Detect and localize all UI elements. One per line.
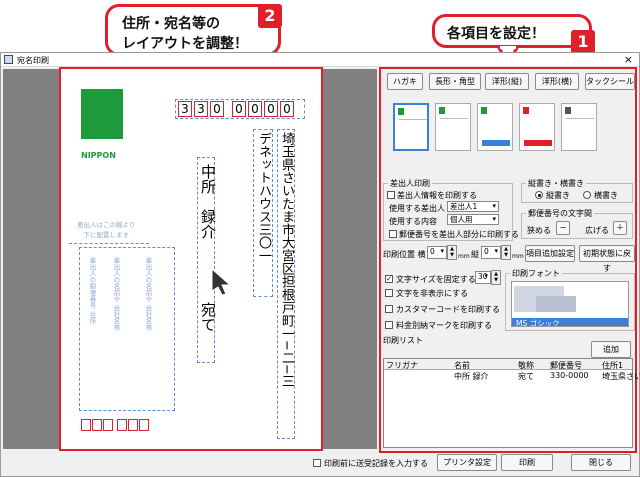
- row-zip: 330-0000: [550, 371, 589, 380]
- column-header[interactable]: 住所1: [602, 360, 623, 371]
- step-2-badge: 2: [258, 4, 282, 28]
- narrow-button[interactable]: −: [556, 221, 570, 235]
- preview-background-right: [321, 69, 377, 449]
- narrow-label: 狭める: [527, 226, 551, 235]
- content-select[interactable]: 個人用: [447, 214, 499, 225]
- print-list-table[interactable]: フリガナ 名前 敬称 郵便番号 住所1 中所 録介 宛て 330-0000 埼玉…: [383, 358, 640, 448]
- zip-in-sender-label: 郵便番号を差出人部分に印刷する: [399, 230, 519, 239]
- selected-font-label: MS ゴシック: [516, 319, 560, 327]
- title-bar: 宛名印刷 ×: [1, 53, 639, 67]
- layout-thumbnail[interactable]: [435, 103, 471, 151]
- vertical-label: 縦書き: [546, 191, 570, 200]
- writing-direction-title: 縦書き・横書き: [526, 178, 586, 189]
- layout-callout-line2: レイアウトを調整！: [122, 36, 248, 52]
- window-title: 宛名印刷: [17, 56, 49, 65]
- add-to-list-button[interactable]: 追加: [591, 341, 631, 358]
- y-unit: mm: [512, 253, 524, 260]
- font-size-input[interactable]: 30: [475, 271, 491, 284]
- font-size-stepper[interactable]: ▲ ▼: [491, 270, 501, 285]
- settings-callout: 各項目を設定！: [432, 14, 592, 48]
- sender-select[interactable]: 差出人1: [447, 201, 499, 212]
- print-position-y[interactable]: 0: [481, 246, 501, 259]
- postcard-button[interactable]: ハガキ: [387, 73, 423, 90]
- western-vertical-button[interactable]: 洋形(縦): [485, 73, 529, 90]
- step-1-badge: 1: [571, 30, 595, 54]
- layout-thumbnail[interactable]: [561, 103, 597, 151]
- column-header[interactable]: 敬称: [518, 360, 534, 371]
- content-select-label: 使用する内容: [389, 217, 437, 226]
- western-horizontal-button[interactable]: 洋形(横): [535, 73, 579, 90]
- layout-callout-line1: 住所・宛名等の: [122, 16, 220, 32]
- printer-settings-button[interactable]: プリンタ設定: [437, 454, 497, 471]
- address-print-window: 宛名印刷 × NIPPON 3 3 0 0 0 0 0 埼玉県さいたま市大宮区担…: [0, 52, 640, 477]
- row-address: 埼玉県さい: [602, 372, 640, 381]
- customer-barcode-checkbox[interactable]: [385, 305, 393, 313]
- column-header[interactable]: 郵便番号: [550, 360, 582, 371]
- row-name: 中所 録介: [454, 372, 489, 381]
- preview-background-left: [3, 69, 61, 449]
- fix-font-size-checkbox[interactable]: ✓: [385, 275, 393, 283]
- long-envelope-button[interactable]: 長形・角型: [429, 73, 481, 90]
- app-icon: [4, 55, 13, 64]
- column-header[interactable]: 名前: [454, 360, 470, 371]
- print-sender-label: 差出人情報を印刷する: [397, 191, 477, 200]
- layout-highlight: [59, 67, 323, 451]
- zip-in-sender-checkbox[interactable]: [389, 230, 397, 238]
- add-item-button[interactable]: 項目追加設定: [525, 245, 575, 262]
- font-group-title: 印刷フォント: [510, 268, 562, 279]
- close-icon[interactable]: ×: [624, 53, 633, 66]
- print-position-y-label: 縦: [471, 250, 479, 259]
- reset-button[interactable]: 初期状態に戻す: [579, 245, 635, 273]
- vertical-radio[interactable]: [535, 191, 543, 199]
- sender-select-label: 使用する差出人: [389, 204, 445, 213]
- layout-callout: 住所・宛名等の レイアウトを調整！: [105, 4, 281, 56]
- sender-print-title: 差出人印刷: [388, 178, 432, 189]
- close-button[interactable]: 閉じる: [571, 454, 631, 471]
- widen-button[interactable]: ＋: [613, 221, 627, 235]
- font-list[interactable]: MS ゴシック: [511, 281, 629, 327]
- zip-spacing-title: 郵便番号の文字間: [526, 208, 594, 219]
- widen-label: 広げる: [585, 226, 609, 235]
- horizontal-radio[interactable]: [583, 191, 591, 199]
- x-stepper[interactable]: ▲ ▼: [447, 245, 457, 260]
- y-stepper[interactable]: ▲ ▼: [501, 245, 511, 260]
- print-button[interactable]: 印刷: [501, 454, 553, 471]
- print-list-title: 印刷リスト: [383, 336, 423, 345]
- selected-font-item[interactable]: MS ゴシック: [512, 318, 628, 327]
- layout-thumbnail[interactable]: [477, 103, 513, 151]
- tack-seal-button[interactable]: タックシール: [585, 73, 635, 90]
- hide-text-checkbox[interactable]: [385, 289, 393, 297]
- column-header[interactable]: フリガナ: [386, 360, 418, 371]
- record-history-checkbox[interactable]: [313, 459, 321, 467]
- print-position-x[interactable]: 0: [427, 246, 447, 259]
- record-history-label: 印刷前に送受記録を入力する: [324, 459, 428, 468]
- table-row[interactable]: 中所 録介 宛て 330-0000 埼玉県さい: [384, 371, 640, 381]
- x-unit: mm: [458, 253, 470, 260]
- hide-text-label: 文字を非表示にする: [396, 289, 469, 298]
- customer-barcode-label: カスタマーコードを印刷する: [396, 305, 500, 314]
- layout-thumbnail[interactable]: [519, 103, 555, 151]
- settings-callout-text: 各項目を設定！: [447, 26, 545, 42]
- horizontal-label: 横書き: [594, 191, 618, 200]
- postage-mark-checkbox[interactable]: [385, 321, 393, 329]
- fix-font-size-label: 文字サイズを固定する: [396, 275, 476, 284]
- print-sender-checkbox[interactable]: [387, 191, 395, 199]
- print-position-label: 印刷位置 横: [383, 250, 426, 259]
- print-list-header: フリガナ 名前 敬称 郵便番号 住所1: [384, 359, 632, 370]
- postage-mark-label: 料金別納マークを印刷する: [396, 321, 492, 330]
- layout-thumbnail[interactable]: [393, 103, 429, 151]
- row-honorific: 宛て: [518, 372, 534, 381]
